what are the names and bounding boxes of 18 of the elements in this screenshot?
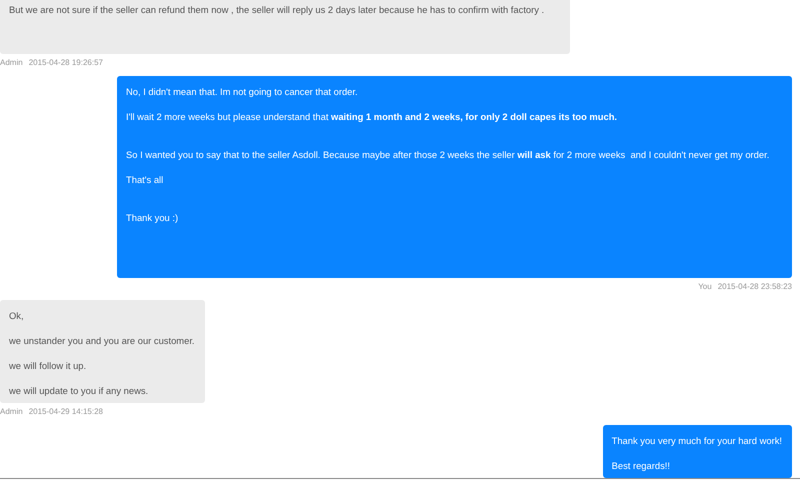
message-text: But we are not sure if the seller can refund them now , the seller will reply us 2 days later because he has to confirm with factory .: [9, 3, 546, 16]
message-text: No, I didn't mean that. Im not going to cancer that order.: [126, 85, 359, 98]
message-text: Thank you very much for your hard work!: [612, 434, 782, 447]
sender-name: You: [698, 282, 712, 291]
message-text: That's all: [126, 173, 164, 186]
sender-name: Admin: [0, 407, 23, 416]
sender-name: Admin: [0, 58, 23, 67]
message-text: we will follow it up.: [9, 359, 88, 372]
message-text: So I wanted you to say that to the seller Asdoll. Because maybe after those 2 weeks the seller will ask for 2 more weeks and I couldn't never get my order.: [126, 148, 770, 161]
message-time: 2015-04-28 19:26:57: [28, 58, 103, 67]
message-text: we will update to you if any news.: [9, 384, 150, 397]
message-text: Best regards!!: [612, 459, 671, 472]
message-text: I'll wait 2 more weeks but please understand that waiting 1 month and 2 weeks, for only 2 doll capes its too much.: [126, 110, 618, 123]
message-time: 2015-04-28 23:58:23: [718, 282, 792, 291]
message-text: Ok,: [9, 309, 25, 322]
message-text: Thank you :): [126, 211, 180, 224]
message-text: we unstander you and you are our customer.: [9, 334, 195, 347]
message-time: 2015-04-29 14:15:28: [28, 407, 103, 416]
